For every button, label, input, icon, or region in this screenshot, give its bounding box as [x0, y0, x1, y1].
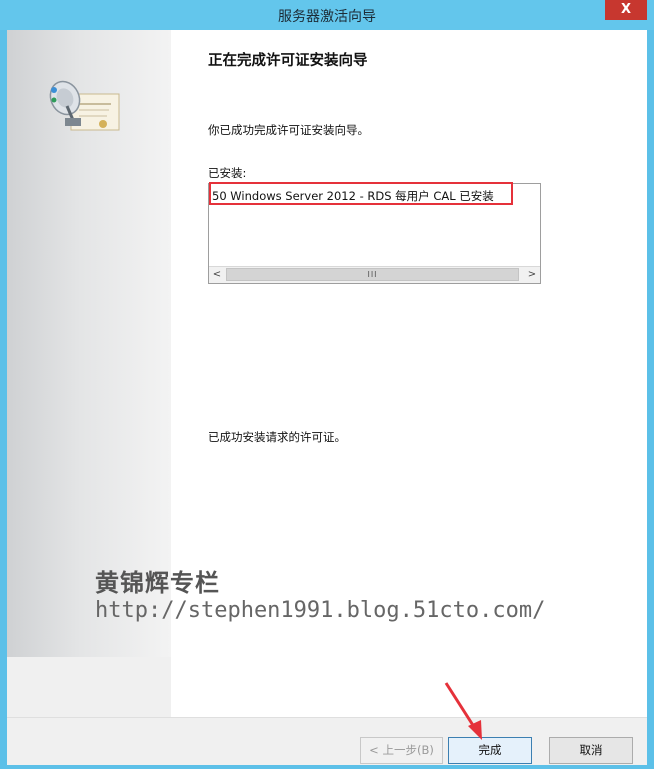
watermark-url: http://stephen1991.blog.51cto.com/ [95, 598, 546, 623]
close-button[interactable]: X [605, 0, 647, 20]
installed-list[interactable]: 50 Windows Server 2012 - RDS 每用户 CAL 已安装… [208, 182, 541, 284]
satellite-certificate-icon [49, 80, 120, 131]
button-bar: < 上一步(B) 完成 取消 [7, 717, 647, 765]
scroll-thumb[interactable]: III [226, 268, 519, 281]
watermark-author: 黄锦辉专栏 [95, 568, 220, 597]
title-bar: 服务器激活向导 X [0, 0, 654, 30]
red-arrow-icon [444, 682, 482, 740]
list-item[interactable]: 50 Windows Server 2012 - RDS 每用户 CAL 已安装 [212, 188, 494, 204]
side-panel-bottom [7, 657, 171, 717]
cancel-button[interactable]: 取消 [549, 737, 633, 764]
page-title: 正在完成许可证安装向导 [208, 53, 368, 69]
wizard-window: 正在完成许可证安装向导 你已成功完成许可证安装向导。 已安装: 50 Windo… [7, 30, 647, 765]
installed-label: 已安装: [208, 166, 247, 180]
description-text: 你已成功完成许可证安装向导。 [208, 123, 369, 137]
scroll-right-icon[interactable]: > [524, 267, 540, 283]
back-button[interactable]: < 上一步(B) [360, 737, 443, 764]
scroll-left-icon[interactable]: < [209, 267, 225, 283]
horizontal-scrollbar[interactable]: < III > [209, 266, 540, 283]
window-title: 服务器激活向导 [278, 9, 376, 25]
success-message: 已成功安装请求的许可证。 [208, 430, 346, 444]
